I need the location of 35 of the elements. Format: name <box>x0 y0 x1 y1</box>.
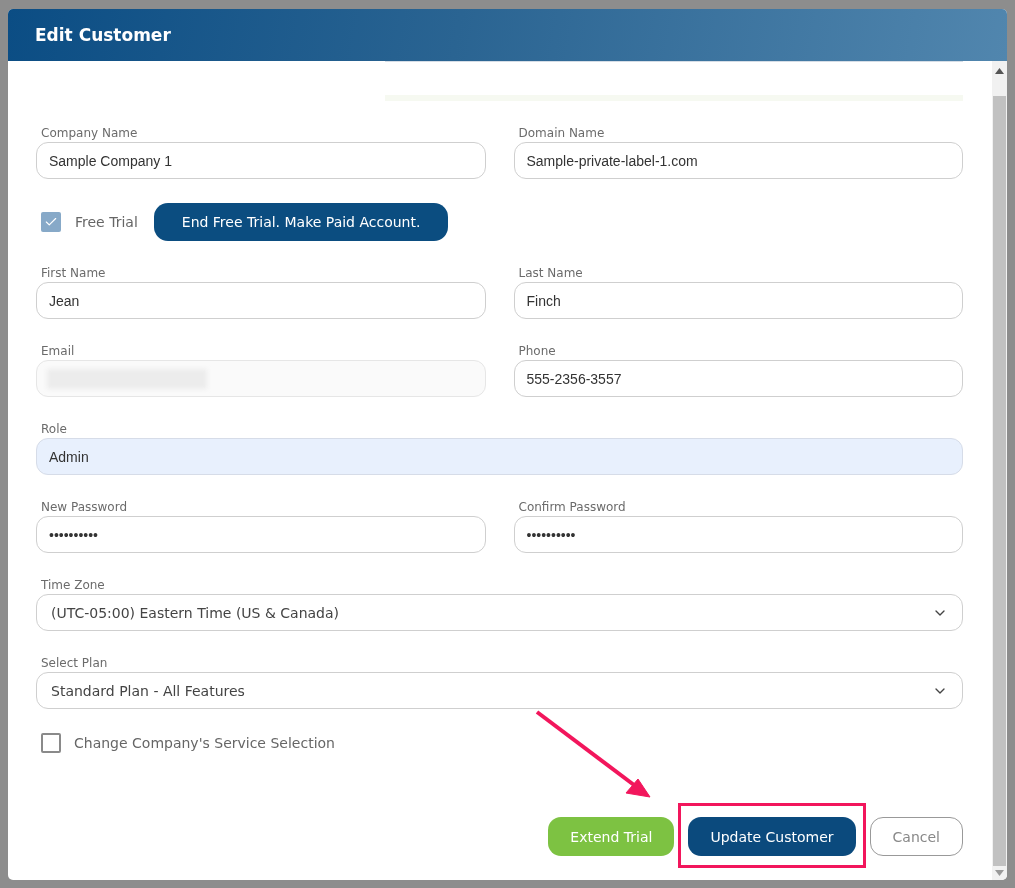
select-field[interactable]: Standard Plan - All Features <box>36 672 963 709</box>
field-label: Time Zone <box>40 577 106 593</box>
field-label: Company Name <box>40 125 139 141</box>
select-field[interactable]: (UTC-05:00) Eastern Time (US & Canada) <box>36 594 963 631</box>
dialog-title: Edit Customer <box>35 25 171 45</box>
field-label: Select Plan <box>40 655 109 671</box>
blurred-field[interactable] <box>36 360 486 397</box>
scrollbar[interactable] <box>992 61 1007 880</box>
field-label: Role <box>40 421 68 437</box>
field-label: Last Name <box>517 265 584 281</box>
checkbox[interactable] <box>41 733 61 753</box>
text-field[interactable]: Sample Company 1 <box>36 142 486 179</box>
scroll-down-icon[interactable] <box>995 870 1004 876</box>
password-field[interactable]: •••••••••• <box>513 516 963 553</box>
password-field[interactable]: •••••••••• <box>36 516 486 553</box>
scrollbar-thumb[interactable] <box>993 96 1006 866</box>
field-label: Email <box>40 343 76 359</box>
action-button[interactable]: Update Customer <box>688 817 856 856</box>
field-label: Domain Name <box>517 125 606 141</box>
check-icon <box>44 215 58 229</box>
field-label: Phone <box>517 343 557 359</box>
text-field[interactable]: 555-2356-3557 <box>513 360 963 397</box>
text-field[interactable]: Jean <box>36 282 486 319</box>
text-field[interactable]: Finch <box>513 282 963 319</box>
text-field[interactable]: Sample-private-label-1.com <box>513 142 963 179</box>
scroll-up-icon[interactable] <box>995 68 1004 74</box>
field-label: First Name <box>40 265 107 281</box>
checkbox-label: Free Trial <box>75 214 138 230</box>
checkbox-label: Change Company's Service Selection <box>74 735 335 751</box>
end-trial-button[interactable]: End Free Trial. Make Paid Account. <box>153 203 449 241</box>
field-label: New Password <box>40 499 129 515</box>
role-field[interactable]: Admin <box>36 438 963 475</box>
cancel-button[interactable]: Cancel <box>869 817 963 856</box>
checkbox[interactable] <box>41 212 61 232</box>
field-label: Confirm Password <box>517 499 627 515</box>
